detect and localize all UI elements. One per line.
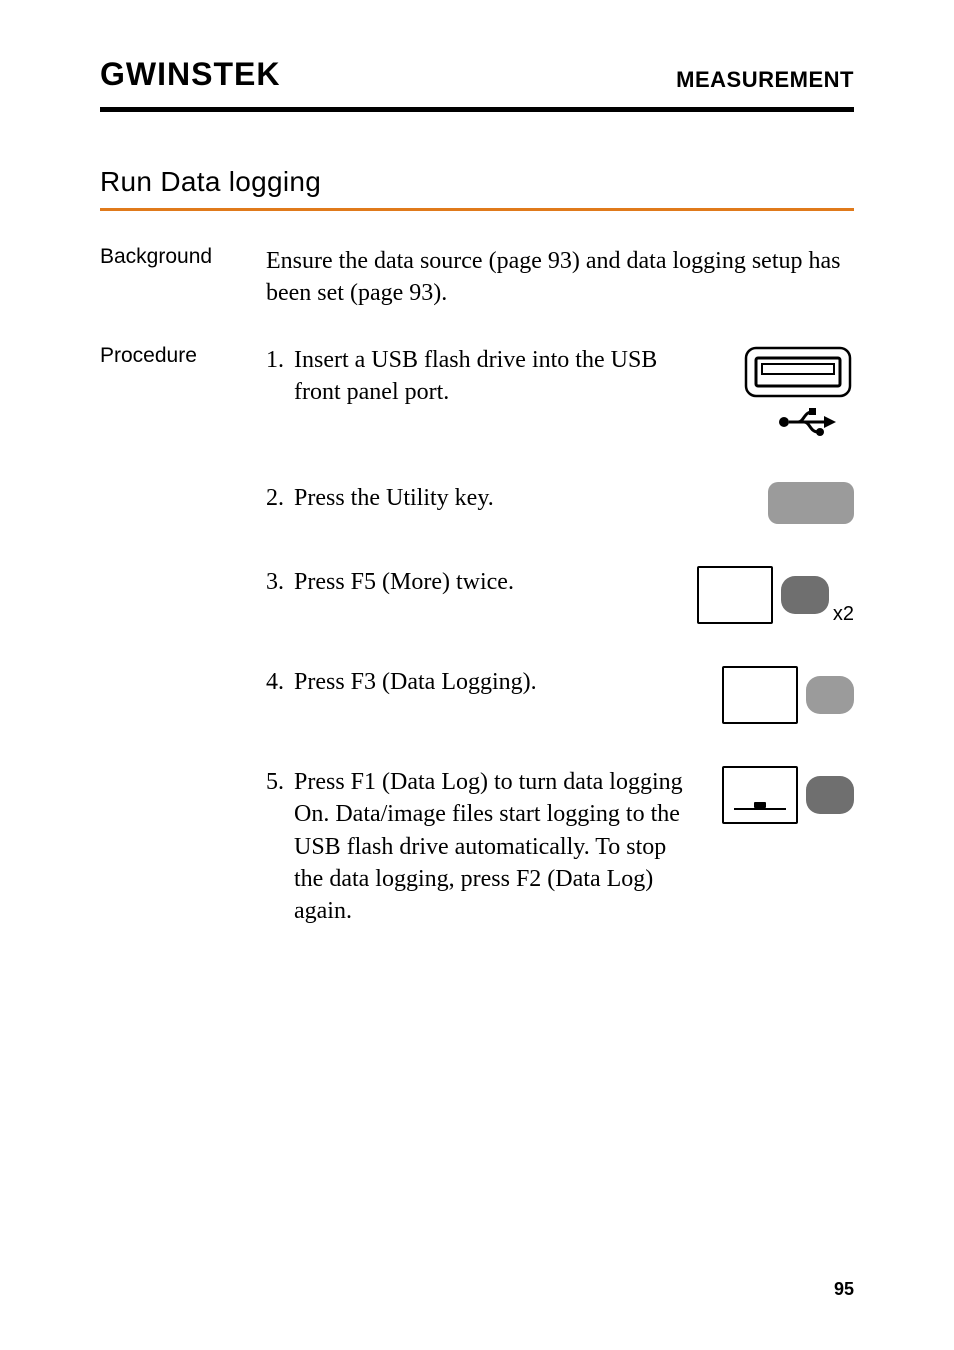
procedure-list: 1. Insert a USB flash drive into the USB… bbox=[266, 344, 854, 928]
softkey-screen-icon bbox=[697, 566, 773, 624]
page-header: GWINSTEK MEASUREMENT bbox=[100, 56, 854, 101]
item-text: Press the Utility key. bbox=[294, 482, 704, 514]
item-number: 5. bbox=[266, 766, 294, 798]
repeat-count: x2 bbox=[833, 601, 854, 628]
softkey-screen-icon bbox=[722, 666, 798, 724]
brand-logo: GWINSTEK bbox=[100, 56, 280, 93]
softkey-screen-icon bbox=[722, 766, 798, 824]
item-text: Press F3 (Data Logging). bbox=[294, 666, 704, 698]
f3-data-logging-illustration bbox=[704, 666, 854, 724]
item-number: 2. bbox=[266, 482, 294, 514]
softkey-button-icon bbox=[806, 676, 854, 714]
background-text: Ensure the data source (page 93) and dat… bbox=[266, 245, 854, 310]
list-item: 2. Press the Utility key. bbox=[266, 482, 854, 524]
item-number: 1. bbox=[266, 344, 294, 376]
list-item: 1. Insert a USB flash drive into the USB… bbox=[266, 344, 854, 440]
utility-key-illustration bbox=[704, 482, 854, 524]
page-root: GWINSTEK MEASUREMENT Run Data logging Ba… bbox=[0, 0, 954, 1350]
usb-port-illustration bbox=[704, 344, 854, 440]
usb-port-icon bbox=[742, 344, 854, 440]
f1-data-log-illustration bbox=[704, 766, 854, 824]
f5-more-illustration: x2 bbox=[704, 566, 854, 624]
procedure-body: 1. Insert a USB flash drive into the USB… bbox=[266, 344, 854, 928]
softkey-button-icon bbox=[781, 576, 829, 614]
list-item: 5. Press F1 (Data Log) to turn data logg… bbox=[266, 766, 854, 928]
procedure-label: Procedure bbox=[100, 344, 266, 928]
list-item: 3. Press F5 (More) twice. x2 bbox=[266, 566, 854, 624]
background-label: Background bbox=[100, 245, 266, 310]
header-rule bbox=[100, 107, 854, 112]
header-section-label: MEASUREMENT bbox=[676, 67, 854, 93]
page-number: 95 bbox=[834, 1279, 854, 1300]
procedure-block: Procedure 1. Insert a USB flash drive in… bbox=[100, 344, 854, 928]
softkey-button-icon bbox=[806, 776, 854, 814]
utility-key-icon bbox=[768, 482, 854, 524]
item-text: Press F5 (More) twice. bbox=[294, 566, 704, 598]
list-item: 4. Press F3 (Data Logging). bbox=[266, 666, 854, 724]
item-number: 4. bbox=[266, 666, 294, 698]
background-block: Background Ensure the data source (page … bbox=[100, 245, 854, 310]
section-title: Run Data logging bbox=[100, 166, 854, 198]
item-text: Insert a USB flash drive into the USB fr… bbox=[294, 344, 704, 409]
item-text: Press F1 (Data Log) to turn data logging… bbox=[294, 766, 704, 928]
item-number: 3. bbox=[266, 566, 294, 598]
section-title-rule bbox=[100, 208, 854, 211]
